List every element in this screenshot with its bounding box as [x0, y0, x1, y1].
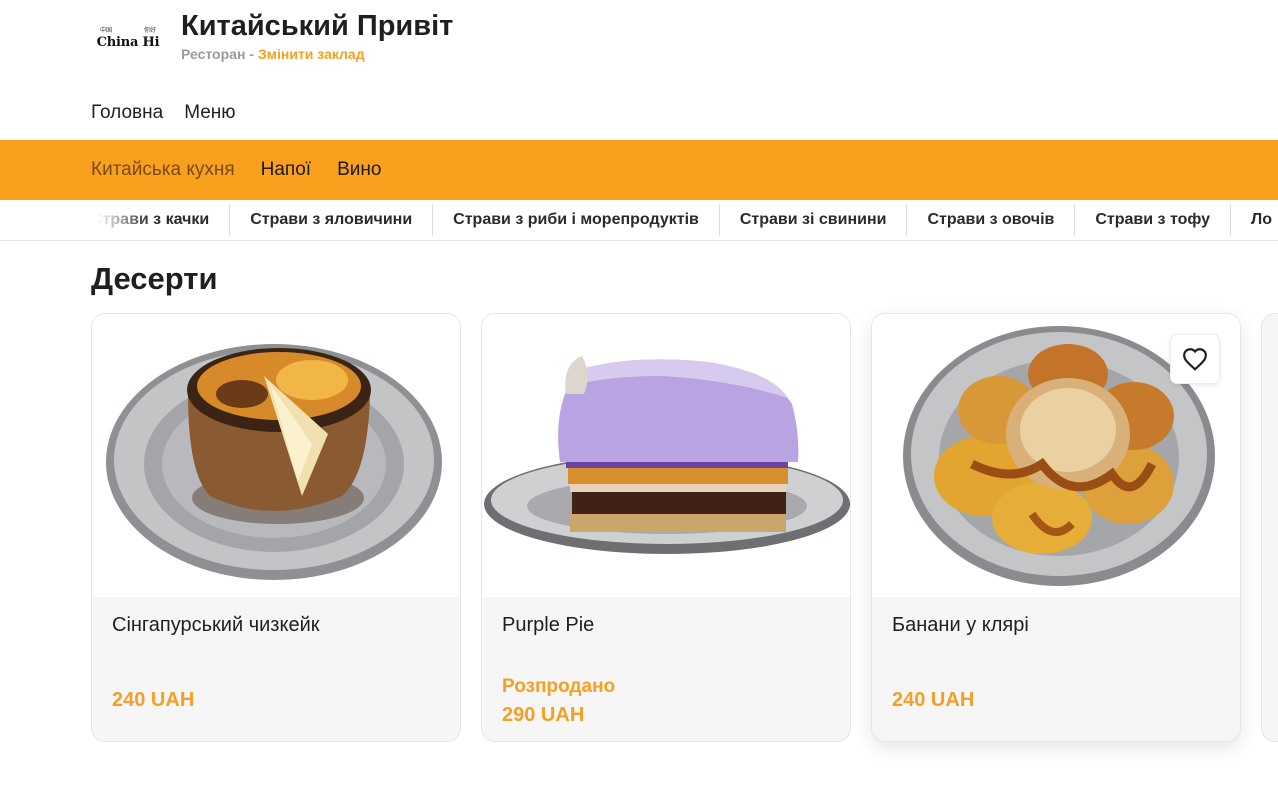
logo-small-left: 中国 — [100, 26, 113, 34]
logo-small-right: 你好 — [143, 26, 156, 34]
restaurant-logo[interactable]: 中国 你好 China Hi — [92, 12, 164, 62]
section-title-desserts: Десерти — [91, 261, 218, 296]
subtitle-prefix: Ресторан — [181, 46, 246, 62]
product-image-cheesecake[interactable] — [92, 314, 460, 597]
subcategory-tofu[interactable]: Страви з тофу — [1074, 204, 1230, 236]
sold-out-badge: Розпродано — [502, 676, 616, 697]
subcategory-pork[interactable]: Страви зі свинини — [718, 204, 907, 236]
favorite-button[interactable] — [1170, 334, 1220, 384]
restaurant-subtitle: Ресторан - Змінити заклад — [181, 46, 453, 62]
category-wine[interactable]: Вино — [337, 158, 381, 182]
category-drinks[interactable]: Напої — [261, 158, 311, 182]
subcategory-duck[interactable]: Страви з качки — [91, 204, 230, 236]
product-name: Сінгапурський чизкейк — [112, 614, 320, 636]
subcategory-next[interactable]: Ло — [1230, 204, 1278, 236]
nav-home[interactable]: Головна — [91, 101, 163, 125]
subcategory-vegetables[interactable]: Страви з овочів — [906, 204, 1074, 236]
product-card-partial[interactable] — [1261, 313, 1278, 742]
subcategory-fish-seafood[interactable]: Страви з риби і морепродуктів — [432, 204, 719, 236]
product-price: 240 UAH — [112, 689, 195, 711]
product-card[interactable]: Purple Pie Розпродано 290 UAH — [481, 313, 851, 742]
product-card[interactable]: Сінгапурський чизкейк 240 UAH — [91, 313, 461, 742]
subcategory-strip[interactable]: Страви з качки Страви з яловичини Страви… — [0, 200, 1278, 241]
heart-outline-icon — [1183, 348, 1207, 371]
subtitle-separator: - — [245, 46, 258, 62]
subcategory-beef[interactable]: Страви з яловичини — [229, 204, 432, 236]
product-name: Банани у клярі — [892, 614, 1029, 636]
product-name: Purple Pie — [502, 614, 595, 636]
nav-menu[interactable]: Меню — [184, 101, 235, 125]
site-header: 中国 你好 China Hi Китайський Привіт Рестора… — [0, 0, 1278, 84]
product-image-purple-pie[interactable] — [482, 314, 850, 597]
product-price: 240 UAH — [892, 689, 975, 711]
category-bar: Китайська кухня Напої Вино — [0, 140, 1278, 200]
top-nav: Головна Меню — [91, 101, 236, 125]
restaurant-title: Китайський Привіт — [181, 10, 454, 42]
product-card[interactable]: Банани у клярі 240 UAH — [871, 313, 1241, 742]
change-venue-link[interactable]: Змінити заклад — [258, 46, 365, 62]
logo-text: China Hi — [96, 34, 160, 50]
title-block: Китайський Привіт Ресторан - Змінити зак… — [181, 8, 453, 62]
category-chinese-cuisine[interactable]: Китайська кухня — [91, 158, 235, 182]
product-price: 290 UAH — [502, 704, 585, 726]
